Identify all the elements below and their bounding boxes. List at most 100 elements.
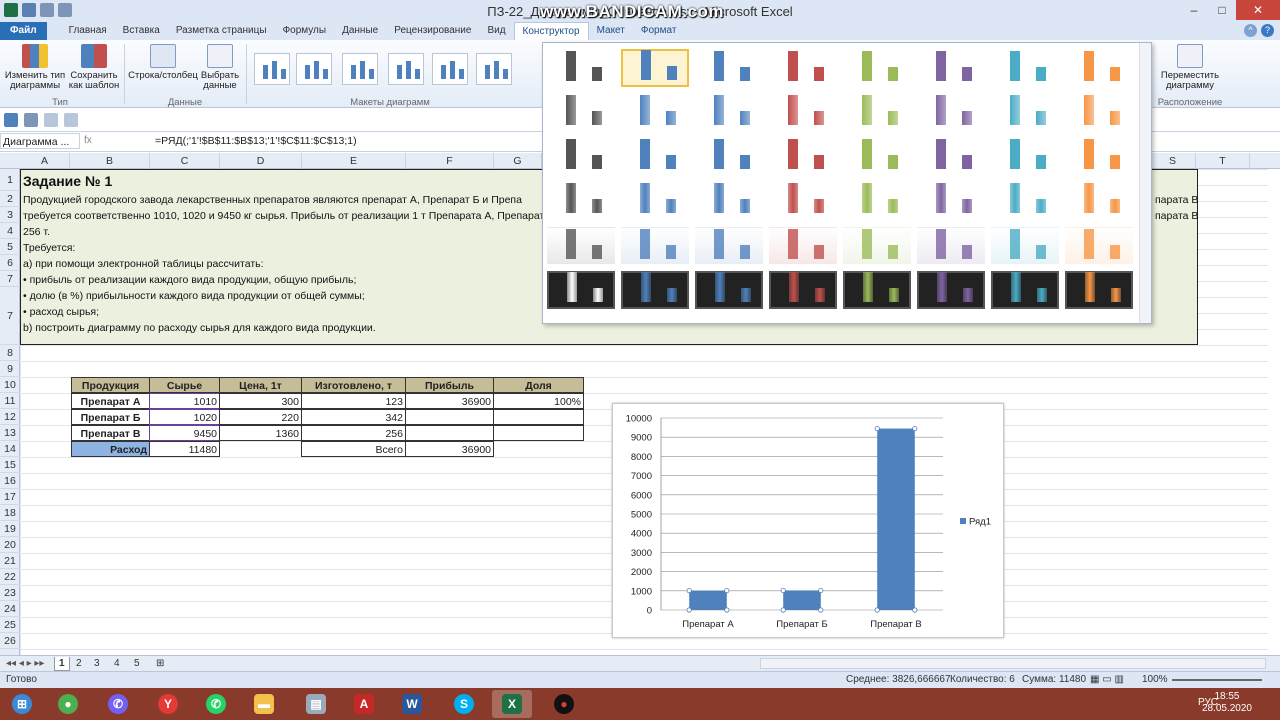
table-header[interactable]: Прибыль xyxy=(405,377,494,393)
tab-view[interactable]: Вид xyxy=(479,22,513,40)
table-cell[interactable]: 256 xyxy=(301,425,406,441)
chart-style-option[interactable] xyxy=(991,137,1059,175)
chart-layout-2[interactable] xyxy=(296,53,332,85)
redo-small-icon[interactable] xyxy=(44,113,58,127)
col-header-s[interactable]: S xyxy=(1150,153,1196,169)
col-header-d[interactable]: D xyxy=(220,153,302,169)
table-cell[interactable]: 100% xyxy=(493,393,584,409)
row-header[interactable]: 23 xyxy=(0,585,20,601)
tab-formulas[interactable]: Формулы xyxy=(275,22,335,40)
row-header[interactable]: 14 xyxy=(0,441,20,457)
chart-style-option[interactable] xyxy=(695,181,763,219)
chart-layout-3[interactable] xyxy=(342,53,378,85)
chrome-icon[interactable]: ● xyxy=(48,690,88,718)
col-header-c[interactable]: C xyxy=(150,153,220,169)
horizontal-scrollbar[interactable] xyxy=(760,658,1266,669)
col-header-f[interactable]: F xyxy=(406,153,494,169)
table-cell[interactable]: 123 xyxy=(301,393,406,409)
table-cell[interactable] xyxy=(405,409,494,425)
row-header[interactable]: 12 xyxy=(0,409,20,425)
tab-review[interactable]: Рецензирование xyxy=(386,22,479,40)
row-header[interactable]: 18 xyxy=(0,505,20,521)
close-button[interactable]: ✕ xyxy=(1236,0,1280,20)
table-cell[interactable]: 1020 xyxy=(149,409,220,425)
chart-style-option[interactable] xyxy=(769,271,837,309)
row-header[interactable]: 2 xyxy=(0,191,20,207)
name-box[interactable]: Диаграмма ... xyxy=(0,133,80,149)
chart-style-option[interactable] xyxy=(547,93,615,131)
acrobat-icon[interactable]: A xyxy=(344,690,384,718)
change-chart-type-button[interactable]: Изменить тип диаграммы xyxy=(4,44,66,91)
sheet-tab[interactable]: 4 xyxy=(110,657,124,671)
table-cell[interactable]: 36900 xyxy=(405,393,494,409)
row-header[interactable]: 20 xyxy=(0,537,20,553)
chart-layout-5[interactable] xyxy=(432,53,468,85)
chart-style-option[interactable] xyxy=(547,227,615,265)
table-header[interactable]: Цена, 1т xyxy=(219,377,302,393)
row-header[interactable]: 9 xyxy=(0,361,20,377)
table-header[interactable]: Доля xyxy=(493,377,584,393)
view-buttons[interactable]: ▦ ▭ ▥ xyxy=(1090,674,1124,685)
maximize-button[interactable]: □ xyxy=(1208,0,1236,20)
chart-style-option[interactable] xyxy=(1065,93,1133,131)
row-header[interactable]: 15 xyxy=(0,457,20,473)
col-header-b[interactable]: B xyxy=(70,153,150,169)
bandicam-record-icon[interactable]: ● xyxy=(544,690,584,718)
row-header[interactable]: 5 xyxy=(0,239,20,255)
row-header[interactable]: 6 xyxy=(0,255,20,271)
chart-layout-4[interactable] xyxy=(388,53,424,85)
tab-layout[interactable]: Макет xyxy=(589,22,633,40)
system-clock[interactable]: 18:55 28.05.2020 xyxy=(1202,691,1252,715)
chart-style-option[interactable] xyxy=(695,49,763,87)
row-header[interactable]: 8 xyxy=(0,345,20,361)
row-header[interactable]: 16 xyxy=(0,473,20,489)
col-header-g[interactable]: G xyxy=(494,153,542,169)
chart-style-option[interactable] xyxy=(917,137,985,175)
chart-style-option[interactable] xyxy=(621,181,689,219)
chart-style-option[interactable] xyxy=(769,93,837,131)
tab-home[interactable]: Главная xyxy=(61,22,115,40)
help-icon[interactable]: ? xyxy=(1261,24,1274,37)
chart-style-option[interactable] xyxy=(991,271,1059,309)
table-cell[interactable]: Всего xyxy=(301,441,406,457)
row-header[interactable]: 7 xyxy=(0,271,20,287)
table-cell[interactable]: Расход xyxy=(71,441,150,457)
row-header[interactable]: 26 xyxy=(0,633,20,649)
skype-icon[interactable]: S xyxy=(444,690,484,718)
new-sheet-icon[interactable]: ⊞ xyxy=(152,657,168,671)
row-header[interactable]: 7 xyxy=(0,287,20,345)
chart-style-option[interactable] xyxy=(917,227,985,265)
zoom-level[interactable]: 100% xyxy=(1142,674,1168,685)
chart-style-option[interactable] xyxy=(991,227,1059,265)
select-data-button[interactable]: Выбрать данные xyxy=(198,44,242,91)
chart-style-option[interactable] xyxy=(917,49,985,87)
row-header[interactable]: 1 xyxy=(0,169,20,191)
table-header[interactable]: Сырье xyxy=(149,377,220,393)
chart-style-option[interactable] xyxy=(769,227,837,265)
table-cell[interactable]: 300 xyxy=(219,393,302,409)
chart-style-option[interactable] xyxy=(843,93,911,131)
table-cell[interactable]: 9450 xyxy=(149,425,220,441)
table-cell[interactable] xyxy=(493,409,584,425)
save-template-button[interactable]: Сохранить как шаблон xyxy=(66,44,122,91)
chart-layout-1[interactable] xyxy=(254,53,290,85)
table-cell[interactable]: 36900 xyxy=(405,441,494,457)
chart-style-option[interactable] xyxy=(917,93,985,131)
row-header[interactable]: 25 xyxy=(0,617,20,633)
table-header[interactable]: Продукция xyxy=(71,377,150,393)
chart-style-option[interactable] xyxy=(621,93,689,131)
table-cell[interactable]: Препарат В xyxy=(71,425,150,441)
row-header[interactable]: 17 xyxy=(0,489,20,505)
save-small-icon[interactable] xyxy=(4,113,18,127)
chart-style-option[interactable] xyxy=(917,181,985,219)
row-header[interactable]: 4 xyxy=(0,223,20,239)
row-header[interactable]: 19 xyxy=(0,521,20,537)
chart-style-option[interactable] xyxy=(991,181,1059,219)
table-cell[interactable]: 1010 xyxy=(149,393,220,409)
zoom-slider[interactable] xyxy=(1172,679,1262,681)
row-header[interactable]: 22 xyxy=(0,569,20,585)
whatsapp-icon[interactable]: ✆ xyxy=(196,690,236,718)
table-cell[interactable]: 342 xyxy=(301,409,406,425)
chart-style-option[interactable] xyxy=(695,93,763,131)
sheet-tab[interactable]: 3 xyxy=(90,657,104,671)
